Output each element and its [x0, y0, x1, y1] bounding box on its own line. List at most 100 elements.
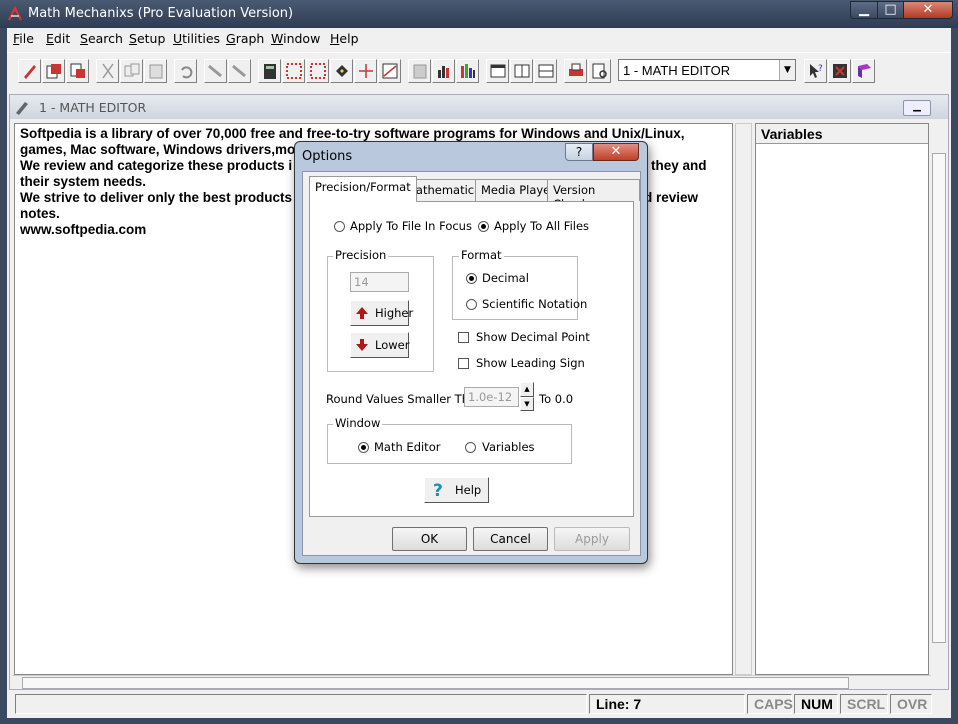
app-logo-icon [8, 6, 22, 21]
dialog-title: Options [302, 149, 353, 164]
paste-icon[interactable] [144, 59, 167, 83]
tool-a-icon[interactable] [204, 59, 227, 83]
ok-button[interactable]: OK [392, 527, 467, 551]
math-editor-label: Math Editor [374, 440, 441, 454]
dialog-close-button[interactable]: ✕ [593, 143, 639, 161]
status-line: Line: 7 [589, 694, 745, 714]
child-window-title: 1 - MATH EDITOR [39, 100, 147, 115]
status-scrl: SCRL [840, 694, 888, 714]
menu-window[interactable]: Window [271, 31, 320, 46]
precision-value-field[interactable]: 14 [350, 272, 409, 292]
menu-help[interactable]: Help [330, 31, 359, 46]
menu-bar: File Edit Search Setup Utilities Graph W… [7, 28, 951, 50]
editor-vertical-scrollbar[interactable] [735, 123, 752, 675]
minimize-button[interactable]: ▁ [850, 1, 878, 19]
chevron-down-icon[interactable]: ▼ [779, 60, 795, 80]
window-layout-c-icon[interactable] [534, 59, 557, 83]
open-files-icon[interactable] [42, 59, 65, 83]
window-group-label: Window [333, 416, 383, 430]
pencil-icon [16, 102, 28, 115]
status-message [15, 694, 587, 714]
close-button[interactable]: ✕ [903, 1, 953, 19]
higher-button[interactable]: Higher [350, 300, 413, 326]
cut-icon[interactable] [96, 59, 119, 83]
menu-search[interactable]: Search [80, 31, 123, 46]
child-title-bar[interactable]: 1 - MATH EDITOR ▁ [10, 95, 948, 119]
dialog-help-icon[interactable]: ? [565, 143, 593, 161]
svg-text:?: ? [818, 64, 823, 74]
menu-utilities[interactable]: Utilities [173, 31, 220, 46]
variables-radio[interactable] [465, 442, 476, 453]
tag-icon[interactable] [330, 59, 353, 83]
apply-all-label: Apply To All Files [494, 219, 590, 233]
graph-icon[interactable] [378, 59, 401, 83]
document-select-value: 1 - MATH EDITOR [623, 63, 731, 78]
help-button[interactable]: ? Help [424, 477, 489, 503]
status-bar: Line: 7 CAPS NUM SCRL OVR [7, 692, 951, 716]
toolbar: 1 - MATH EDITOR ▼ ? [7, 52, 951, 90]
show-decimal-point-checkbox[interactable] [458, 332, 469, 343]
scientific-label: Scientific Notation [482, 297, 588, 311]
book-icon[interactable] [852, 59, 875, 83]
show-leading-sign-checkbox[interactable] [458, 358, 469, 369]
math-editor-radio[interactable] [358, 442, 369, 453]
status-ovr: OVR [890, 694, 932, 714]
print-icon[interactable] [564, 59, 587, 83]
histogram-icon[interactable] [456, 59, 479, 83]
tab-version-check[interactable]: Version Check [547, 179, 640, 211]
print-preview-icon[interactable] [588, 59, 611, 83]
variables-header: Variables [756, 124, 928, 144]
matrix-b-icon[interactable] [306, 59, 329, 83]
options-dialog: Options ? ✕ Precision/Format Mathematica… [294, 141, 648, 564]
apply-button[interactable]: Apply [554, 527, 630, 551]
spin-up-button[interactable]: ▲ [520, 382, 534, 397]
scientific-radio[interactable] [466, 299, 477, 310]
show-decimal-point-label: Show Decimal Point [476, 330, 590, 344]
menu-setup[interactable]: Setup [129, 31, 165, 46]
exit-icon[interactable] [828, 59, 851, 83]
context-help-icon[interactable]: ? [804, 59, 827, 83]
calculator-icon[interactable] [258, 59, 281, 83]
matrix-icon[interactable] [282, 59, 305, 83]
svg-text:?: ? [433, 481, 443, 499]
vertical-scroll-thumb[interactable] [932, 153, 946, 643]
menu-file[interactable]: File [13, 31, 34, 46]
dialog-body: Precision/Format Mathematical Media Play… [302, 171, 641, 556]
copy-icon[interactable] [120, 59, 143, 83]
maximize-button[interactable]: □ [877, 1, 904, 19]
decimal-radio[interactable] [466, 273, 477, 284]
cancel-button[interactable]: Cancel [473, 527, 548, 551]
window-layout-b-icon[interactable] [510, 59, 533, 83]
show-leading-sign-label: Show Leading Sign [476, 356, 585, 370]
save-files-icon[interactable] [66, 59, 89, 83]
round-suffix-label: To 0.0 [539, 392, 574, 406]
horizontal-scroll-thumb[interactable] [22, 677, 849, 689]
format-group-label: Format [459, 248, 504, 262]
variables-panel[interactable]: Variables [755, 123, 929, 675]
apply-all-radio[interactable] [478, 221, 489, 232]
pencil-icon[interactable] [18, 59, 41, 83]
pages-icon[interactable] [408, 59, 431, 83]
tab-precision-format[interactable]: Precision/Format [309, 176, 417, 202]
tool-b-icon[interactable] [228, 59, 251, 83]
spin-down-button[interactable]: ▼ [520, 397, 534, 411]
variables-label: Variables [482, 440, 535, 454]
lower-button[interactable]: Lower [350, 332, 409, 358]
plot-icon[interactable] [354, 59, 377, 83]
undo-icon[interactable] [174, 59, 197, 83]
down-arrow-icon [356, 339, 368, 351]
horizontal-scrollbar[interactable] [12, 675, 931, 689]
apply-focus-label: Apply To File In Focus [350, 219, 472, 233]
child-minimize-button[interactable]: ▁ [903, 100, 931, 116]
apply-focus-radio[interactable] [334, 221, 345, 232]
window-layout-a-icon[interactable] [486, 59, 509, 83]
window-vertical-scrollbar[interactable] [931, 123, 947, 675]
menu-graph[interactable]: Graph [226, 31, 264, 46]
question-mark-icon: ? [433, 481, 443, 499]
title-bar[interactable]: Math Mechanixs (Pro Evaluation Version) … [0, 0, 958, 28]
editor-line: Softpedia is a library of over 70,000 fr… [20, 126, 685, 141]
menu-edit[interactable]: Edit [46, 31, 70, 46]
bar-chart-icon[interactable] [432, 59, 455, 83]
document-select[interactable]: 1 - MATH EDITOR ▼ [618, 59, 796, 81]
round-threshold-field[interactable]: 1.0e-12 [464, 387, 519, 407]
